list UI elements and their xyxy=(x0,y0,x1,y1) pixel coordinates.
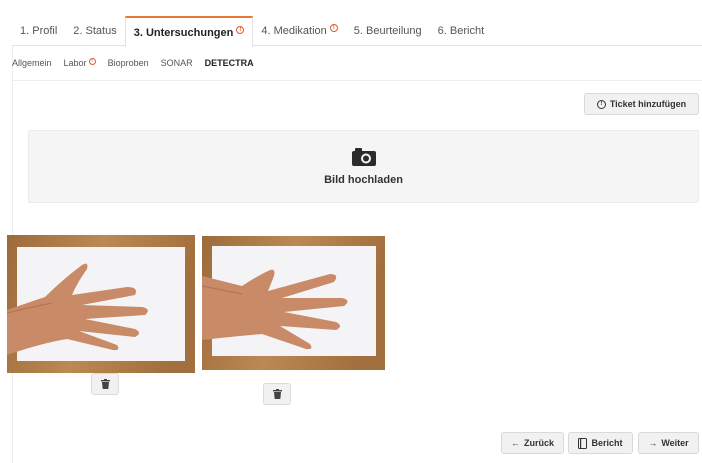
tab-untersuchungen[interactable]: 3. Untersuchungen! xyxy=(124,16,254,47)
report-label: Bericht xyxy=(591,438,623,448)
hand-photo-1[interactable] xyxy=(7,235,195,373)
trash-icon xyxy=(100,379,110,389)
arrow-right-icon: → xyxy=(648,438,658,448)
back-label: Zurück xyxy=(523,438,554,448)
subtab-label: Bioproben xyxy=(107,58,149,68)
add-ticket-label: Ticket hinzufügen xyxy=(609,99,687,109)
sub-tab-bar: Allgemein Labor! Bioproben SONAR DETECTR… xyxy=(12,55,266,71)
trash-icon xyxy=(272,389,282,399)
tab-label: 1. Profil xyxy=(20,24,58,37)
main-tab-bar: 1. Profil 2. Status 3. Untersuchungen! 4… xyxy=(12,16,702,47)
tab-bericht[interactable]: 6. Bericht xyxy=(430,16,492,45)
upload-label: Bild hochladen xyxy=(324,173,403,186)
camera-icon xyxy=(351,147,376,166)
hand-photo-2[interactable] xyxy=(202,236,385,370)
subtab-allgemein[interactable]: Allgemein xyxy=(12,58,58,68)
subtab-labor[interactable]: Labor! xyxy=(63,57,102,68)
document-icon xyxy=(578,437,588,449)
subtab-label: SONAR xyxy=(160,58,193,68)
tab-status[interactable]: 2. Status xyxy=(65,16,124,45)
image-upload-area[interactable]: Bild hochladen xyxy=(28,130,699,203)
subtab-detectra[interactable]: DETECTRA xyxy=(205,58,260,68)
subtab-bioproben[interactable]: Bioproben xyxy=(108,58,155,68)
hand-image xyxy=(7,235,195,373)
delete-photo-1-button[interactable] xyxy=(91,373,119,395)
hand-image xyxy=(202,236,385,370)
tab-label: 5. Beurteilung xyxy=(353,24,422,37)
subtab-label: DETECTRA xyxy=(204,58,254,68)
tab-label: 6. Bericht xyxy=(437,24,485,37)
info-icon: ! xyxy=(596,99,606,109)
delete-photo-2-button[interactable] xyxy=(263,383,291,405)
subtab-label: Allgemein xyxy=(12,58,52,68)
tab-label: 3. Untersuchungen xyxy=(133,26,234,39)
tab-medikation[interactable]: 4. Medikation! xyxy=(253,16,345,45)
warning-icon: ! xyxy=(236,25,245,34)
arrow-left-icon: ← xyxy=(510,438,520,448)
next-label: Weiter xyxy=(661,438,689,448)
divider xyxy=(12,80,702,81)
tab-profil[interactable]: 1. Profil xyxy=(12,16,65,45)
tab-label: 4. Medikation xyxy=(261,24,327,37)
warning-icon: ! xyxy=(329,23,338,32)
add-ticket-button[interactable]: ! Ticket hinzufügen xyxy=(584,93,699,115)
report-button[interactable]: Bericht xyxy=(568,432,633,454)
next-button[interactable]: → Weiter xyxy=(638,432,699,454)
subtab-sonar[interactable]: SONAR xyxy=(161,58,199,68)
subtab-label: Labor xyxy=(63,58,87,68)
tab-beurteilung[interactable]: 5. Beurteilung xyxy=(346,16,430,45)
tab-label: 2. Status xyxy=(73,24,117,37)
back-button[interactable]: ← Zurück xyxy=(501,432,564,454)
warning-icon: ! xyxy=(88,57,96,65)
